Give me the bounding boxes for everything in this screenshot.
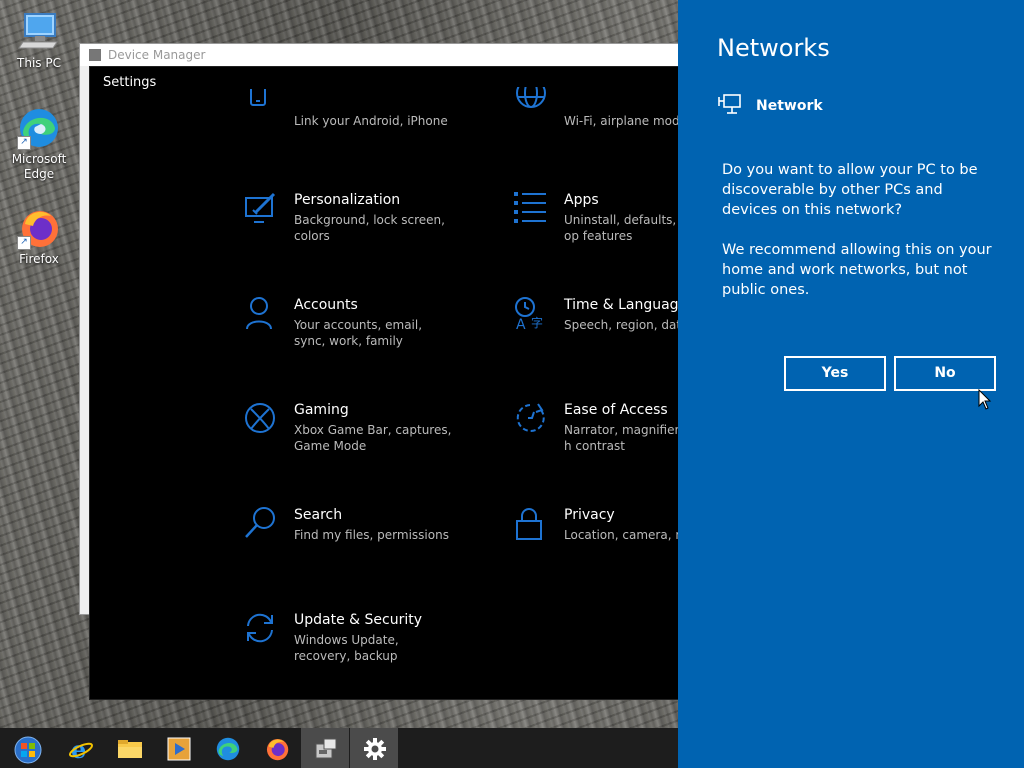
tile-description: Link your Android, iPhone bbox=[294, 114, 448, 128]
networks-flyout[interactable]: Networks Network Do you want to allow yo… bbox=[678, 0, 1024, 768]
tile-description: Windows Update, recovery, backup bbox=[294, 633, 399, 663]
shortcut-arrow-icon: ↗ bbox=[17, 136, 31, 150]
personalization-icon bbox=[245, 192, 276, 223]
tile-description: Uninstall, defaults, op features bbox=[564, 213, 677, 243]
person-icon bbox=[246, 297, 272, 330]
start-orb-icon bbox=[14, 736, 42, 764]
tile-description: Background, lock screen, colors bbox=[294, 213, 445, 243]
window-title: Device Manager bbox=[108, 48, 206, 62]
tile-description: Speech, region, date bbox=[564, 318, 681, 332]
taskbar-file-explorer[interactable] bbox=[105, 728, 153, 768]
tile-name: Gaming bbox=[294, 402, 349, 418]
computer-icon bbox=[17, 10, 61, 54]
desktop-icon-label: This PC bbox=[17, 56, 61, 70]
settings-gear-icon bbox=[364, 738, 386, 760]
xbox-icon bbox=[245, 403, 275, 433]
mouse-cursor-icon bbox=[978, 389, 992, 410]
tile-description: Location, camera, mic bbox=[564, 528, 680, 542]
desktop-icon-label: Firefox bbox=[19, 252, 59, 266]
tile-description: Narrator, magnifier, h contrast bbox=[564, 423, 681, 453]
no-button[interactable]: No bbox=[894, 356, 996, 391]
network-name: Network bbox=[756, 98, 823, 114]
device-manager-icon bbox=[315, 738, 337, 759]
phone-icon bbox=[250, 89, 266, 106]
tile-description: Xbox Game Bar, captures, Game Mode bbox=[294, 423, 452, 453]
settings-titlebar[interactable]: Settings bbox=[90, 67, 680, 99]
taskbar-internet-explorer[interactable]: e bbox=[56, 728, 104, 768]
taskbar-settings[interactable] bbox=[350, 728, 398, 768]
lock-icon bbox=[516, 508, 542, 540]
tile-description: Find my files, permissions bbox=[294, 528, 449, 542]
flyout-title: Networks bbox=[717, 34, 830, 62]
tile-name: Apps bbox=[564, 192, 599, 208]
file-explorer-icon bbox=[118, 740, 142, 758]
discoverable-prompt: Do you want to allow your PC to be disco… bbox=[722, 160, 992, 320]
svg-text:字: 字 bbox=[531, 315, 543, 330]
apps-list-icon bbox=[514, 192, 546, 223]
settings-window[interactable]: Settings Link your Android, iPhone Wi-Fi… bbox=[89, 66, 681, 700]
firefox-icon: ↗ bbox=[17, 206, 61, 250]
edge-icon: ↗ bbox=[17, 106, 61, 150]
device-manager-icon bbox=[89, 49, 101, 61]
device-manager-titlebar[interactable]: Device Manager bbox=[80, 44, 680, 66]
svg-text:A: A bbox=[516, 317, 526, 331]
tile-name: Update & Security bbox=[294, 612, 423, 628]
tile-name: Privacy bbox=[564, 507, 615, 523]
tile-description: Wi-Fi, airplane mode, bbox=[564, 114, 681, 128]
desktop-icon-firefox[interactable]: ↗ Firefox bbox=[8, 206, 70, 267]
edge-icon bbox=[216, 737, 240, 761]
tile-name: Personalization bbox=[294, 192, 401, 208]
discoverable-question: Do you want to allow your PC to be disco… bbox=[722, 162, 978, 218]
tile-description: Your accounts, email, sync, work, family bbox=[294, 318, 423, 348]
wired-network-icon bbox=[718, 94, 741, 114]
taskbar: e bbox=[0, 728, 678, 768]
update-sync-icon bbox=[247, 613, 273, 643]
shortcut-arrow-icon: ↗ bbox=[17, 236, 31, 250]
desktop-icon-label: Microsoft Edge bbox=[11, 152, 67, 181]
time-language-icon: A 字 bbox=[515, 297, 543, 331]
firefox-icon bbox=[266, 738, 289, 761]
desktop-icon-edge[interactable]: ↗ Microsoft Edge bbox=[8, 106, 70, 182]
yes-button[interactable]: Yes bbox=[784, 356, 886, 391]
desktop-icon-this-pc[interactable]: This PC bbox=[8, 10, 70, 71]
taskbar-firefox[interactable] bbox=[252, 728, 300, 768]
tile-name: Ease of Access bbox=[564, 402, 668, 418]
tile-name: Accounts bbox=[294, 297, 358, 313]
internet-explorer-icon: e bbox=[68, 736, 94, 762]
tile-name: Search bbox=[294, 507, 343, 523]
discoverable-recommendation: We recommend allowing this on your home … bbox=[722, 242, 992, 298]
taskbar-media-player[interactable] bbox=[154, 728, 202, 768]
search-icon bbox=[245, 507, 275, 538]
tile-name: Time & Language bbox=[564, 297, 681, 313]
taskbar-edge[interactable] bbox=[203, 728, 251, 768]
taskbar-device-manager[interactable] bbox=[301, 728, 349, 768]
globe-icon bbox=[516, 87, 546, 108]
window-title: Settings bbox=[103, 75, 157, 90]
ease-of-access-icon bbox=[516, 403, 545, 432]
start-button[interactable] bbox=[2, 728, 50, 768]
media-player-icon bbox=[167, 737, 191, 761]
